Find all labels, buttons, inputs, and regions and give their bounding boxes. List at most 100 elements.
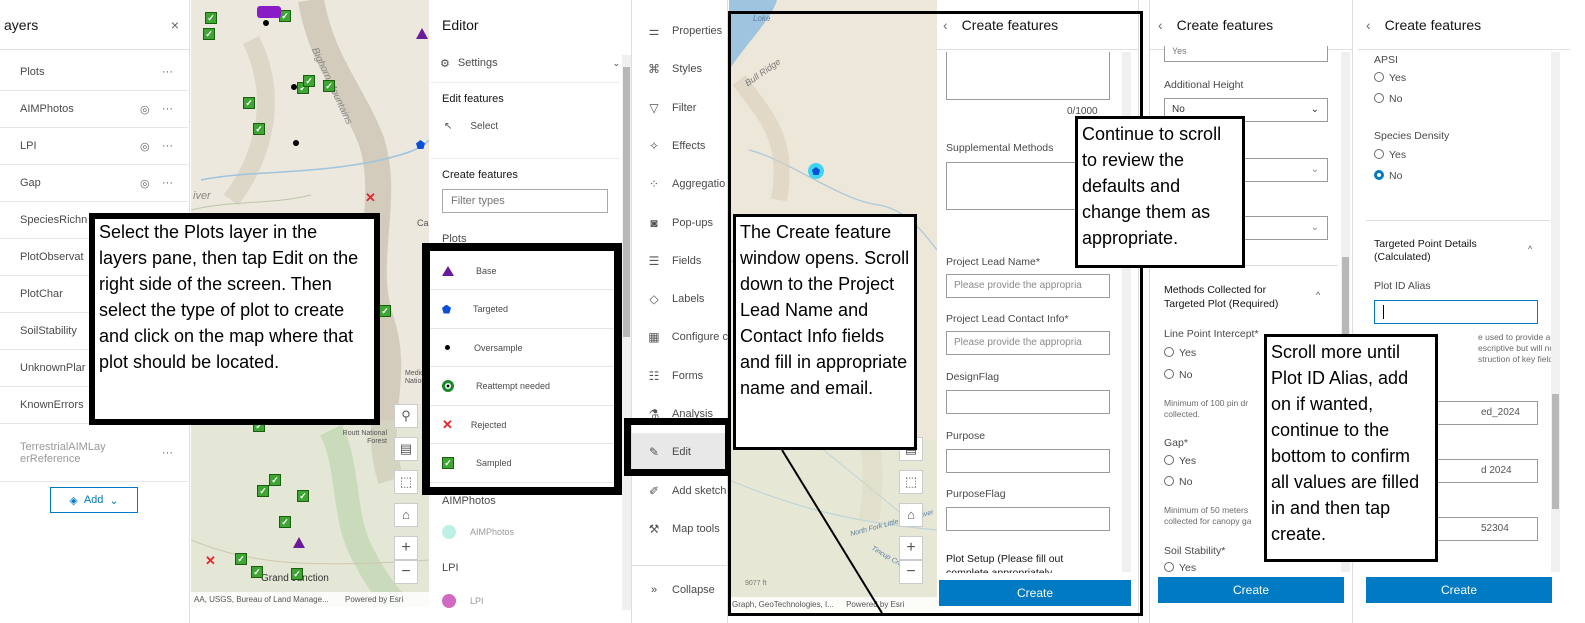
toolbar-item-label: Add sketch xyxy=(672,484,727,497)
soil-yes-option[interactable]: Yes xyxy=(1164,562,1196,572)
apsi-no-option[interactable]: No xyxy=(1374,93,1402,105)
collapse-button[interactable]: » Collapse xyxy=(632,575,728,605)
lpi-no-option[interactable]: No xyxy=(1164,369,1192,381)
layer-item-label: Gap xyxy=(20,177,41,189)
rejected-plot-icon: ✕ xyxy=(205,553,216,568)
sampled-plot-icon: ✓ xyxy=(303,75,315,87)
form2-title: Create features xyxy=(1176,16,1274,33)
toolbar-item-properties[interactable]: ⚌ Properties xyxy=(632,12,728,50)
editor-title: Editor xyxy=(442,17,479,33)
toolbar-item-label: Labels xyxy=(672,293,705,306)
lpi-yes-option[interactable]: Yes xyxy=(1164,347,1196,359)
zoom-out-icon[interactable]: − xyxy=(394,560,418,584)
zoom-in-icon[interactable]: + xyxy=(394,536,418,560)
more-options-icon[interactable]: ··· xyxy=(162,140,173,152)
aimphotos-type-item[interactable]: AIMPhotos xyxy=(442,522,514,542)
toolbar-item-fields[interactable]: ☰ Fields xyxy=(632,242,728,280)
toolbar-item-label: Effects xyxy=(672,139,706,152)
targeted-divider xyxy=(1366,220,1550,221)
filter-types-input[interactable] xyxy=(442,189,608,213)
more-options-icon[interactable]: ··· xyxy=(162,447,173,459)
layer-item[interactable]: LPI ◎ ··· xyxy=(0,128,188,165)
toolbar-item-label: Pop-ups xyxy=(672,216,713,229)
toolbar-item-label: Styles xyxy=(672,63,702,76)
eye-icon[interactable]: ◎ xyxy=(140,177,150,190)
search-icon[interactable]: ⚲ xyxy=(394,404,418,428)
select-top[interactable]: Yes xyxy=(1164,46,1328,62)
sampled-plot-icon: ✓ xyxy=(323,80,335,92)
cursor-icon: ↖ xyxy=(444,121,453,132)
layers-title: ayers xyxy=(4,16,39,33)
create-button-3[interactable]: Create xyxy=(1366,577,1552,603)
layers-header: ayers × xyxy=(0,0,189,50)
layer-item[interactable]: TerrestrialAIMLay erReference ··· xyxy=(0,424,188,482)
toolbar-item-filter[interactable]: ▽ Filter xyxy=(632,89,728,127)
create-button-2[interactable]: Create xyxy=(1158,577,1344,603)
editor-scroll-thumb[interactable] xyxy=(623,67,630,337)
toolbar-item-map-tools[interactable]: ⚒ Map tools xyxy=(632,510,728,548)
chevron-up-icon[interactable]: ^ xyxy=(1316,290,1320,300)
chevron-up-icon[interactable]: ^ xyxy=(1528,244,1532,254)
more-options-icon[interactable]: ··· xyxy=(162,66,173,78)
feature-types-highlight xyxy=(422,243,622,495)
layer-item-label: TerrestrialAIMLay erReference xyxy=(20,440,106,465)
toolbar-item-label: Filter xyxy=(672,101,697,114)
back-chevron-icon-2[interactable]: ‹ xyxy=(1158,17,1163,33)
form3-scrollbar[interactable] xyxy=(1551,52,1560,572)
toolbar-item-add-sketch[interactable]: ✐ Add sketch xyxy=(632,472,728,510)
lpi-type-item[interactable]: LPI xyxy=(442,591,484,611)
chevron-down-icon: ⌄ xyxy=(1310,104,1319,115)
toolbar-item-styles[interactable]: ⌘ Styles xyxy=(632,50,728,88)
toolbar-item-aggregatio[interactable]: ⁘ Aggregatio xyxy=(632,165,728,203)
gap-help-1: Minimum of 50 meters xyxy=(1164,505,1249,515)
layer-item[interactable]: Gap ◎ ··· xyxy=(0,165,188,202)
radio-icon xyxy=(1164,347,1174,357)
eye-icon[interactable]: ◎ xyxy=(140,103,150,116)
additional-height-label: Additional Height xyxy=(1164,79,1244,91)
map1-attribution: AA, USGS, Bureau of Land Manage... xyxy=(194,595,329,604)
species-density-no-option[interactable]: No xyxy=(1374,170,1402,182)
toolbar-item-label: Properties xyxy=(672,25,723,37)
toolbar-item-forms[interactable]: ☷ Forms xyxy=(632,357,728,395)
layers-toggle-icon[interactable]: ▤ xyxy=(394,437,418,461)
settings-row[interactable]: ⚙ Settings ⌄ xyxy=(440,54,620,72)
double-chevron-icon: » xyxy=(650,584,658,596)
gap-help-2: collected for canopy ga xyxy=(1164,516,1252,526)
annotation-step-3: Continue to scroll to review the default… xyxy=(1075,116,1245,268)
gap-no-option[interactable]: No xyxy=(1164,476,1192,488)
filter-icon: ▽ xyxy=(649,100,659,115)
plot-id-alias-input[interactable] xyxy=(1374,300,1538,324)
toolbar-item-configure-c[interactable]: ▦ Configure c xyxy=(632,318,728,356)
close-icon[interactable]: × xyxy=(171,17,179,33)
add-layer-button[interactable]: ◈ Add ⌄ xyxy=(50,487,138,513)
home-icon[interactable]: ⌂ xyxy=(394,503,418,527)
more-options-icon[interactable]: ··· xyxy=(162,177,173,189)
calc-value-2: d 2024 xyxy=(1481,465,1512,476)
layers-icon: ◈ xyxy=(69,494,78,507)
radio-icon xyxy=(1164,562,1174,572)
editor-scrollbar[interactable] xyxy=(622,55,631,610)
gap-yes-option[interactable]: Yes xyxy=(1164,455,1196,467)
plot-id-alias-label: Plot ID Alias xyxy=(1374,280,1431,292)
annotation-step-1: Select the Plots layer in the layers pan… xyxy=(89,213,380,425)
map-label-river: iver xyxy=(193,190,211,202)
toolbar-item-pop-ups[interactable]: ◙ Pop-ups xyxy=(632,204,728,242)
layer-item[interactable]: Plots ··· xyxy=(0,54,188,91)
toolbar-item-effects[interactable]: ✧ Effects xyxy=(632,127,728,165)
back-chevron-icon-3[interactable]: ‹ xyxy=(1366,17,1371,33)
apsi-no-label: No xyxy=(1389,93,1403,105)
select-tool-icon[interactable]: ⬚ xyxy=(394,470,418,494)
select-tool[interactable]: ↖ Select xyxy=(444,121,498,132)
species-density-label: Species Density xyxy=(1374,130,1450,142)
toolbar-item-labels[interactable]: ◇ Labels xyxy=(632,280,728,318)
eye-icon[interactable]: ◎ xyxy=(140,140,150,153)
popups-icon: ◙ xyxy=(650,215,658,230)
species-density-yes-option[interactable]: Yes xyxy=(1374,149,1406,161)
layer-item[interactable]: AIMPhotos ◎ ··· xyxy=(0,91,188,128)
apsi-yes-option[interactable]: Yes xyxy=(1374,72,1406,84)
form3-scroll-thumb[interactable] xyxy=(1552,394,1559,509)
sampled-plot-icon: ✓ xyxy=(243,97,255,109)
targeted-point-heading-2: (Calculated) xyxy=(1374,251,1431,263)
more-options-icon[interactable]: ··· xyxy=(162,103,173,115)
plot-id-help-2: escriptive but will not xyxy=(1478,343,1557,353)
